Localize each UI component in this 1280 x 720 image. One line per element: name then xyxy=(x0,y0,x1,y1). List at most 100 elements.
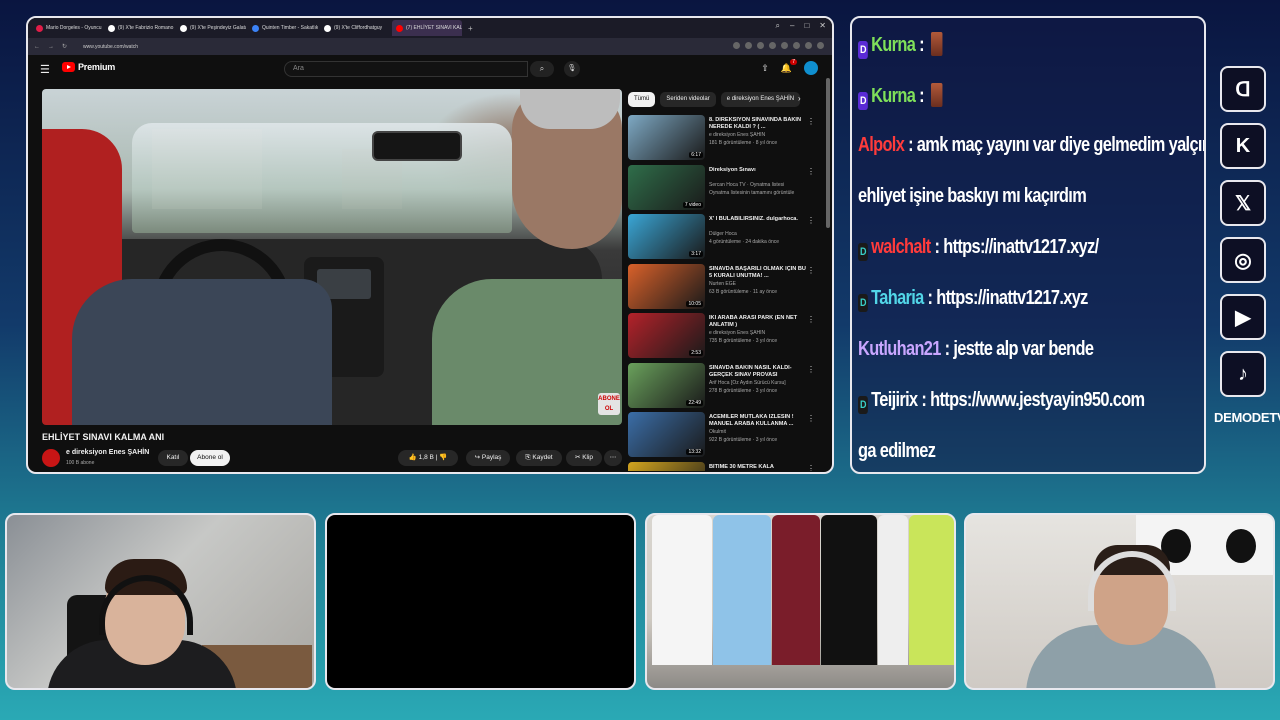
list-item[interactable]: 10:05 SINAVDA BAŞARILI OLMAK İÇİN BU 5 KU… xyxy=(628,263,823,314)
join-button[interactable]: Katıl xyxy=(158,450,188,466)
video-thumbnail[interactable]: 2:53 xyxy=(628,313,705,358)
youtube-logo[interactable]: Premium xyxy=(62,62,115,72)
more-options-icon[interactable]: ⋮ xyxy=(807,315,815,324)
more-options-icon[interactable]: ⋮ xyxy=(807,167,815,176)
extension-icon[interactable] xyxy=(805,42,812,49)
video-thumbnail[interactable]: 3:17 xyxy=(628,214,705,259)
search-icon[interactable]: ⌕ xyxy=(530,61,554,77)
youtube-icon[interactable]: ▶ xyxy=(1220,294,1266,340)
chevron-right-icon[interactable]: › xyxy=(798,94,801,103)
browser-tab[interactable]: (9) X'te Fabrizio Romano xyxy=(104,20,174,36)
chat-username[interactable]: Teijirix xyxy=(871,389,918,411)
more-options-icon[interactable]: ⋮ xyxy=(807,216,815,225)
video-thumbnail[interactable]: 10:05 xyxy=(628,263,705,309)
bell-icon[interactable]: 🔔 7 xyxy=(781,58,797,74)
subscribe-button[interactable]: Abone ol xyxy=(190,450,230,466)
channel-avatar[interactable] xyxy=(42,449,60,467)
profile-icon[interactable] xyxy=(817,42,824,49)
list-item[interactable]: 13:32 ACEMİLER MUTLAKA İZLESİN ! MANUEL A… xyxy=(628,412,823,462)
sidebar-scrollbar[interactable] xyxy=(826,78,830,228)
extension-icon[interactable] xyxy=(781,42,788,49)
search-tabs-icon[interactable]: ⌕ xyxy=(776,21,780,31)
browser-tab[interactable]: (9) X'te Cliffordhatguy xyxy=(320,20,390,36)
minimize-button[interactable]: – xyxy=(790,21,794,31)
x-icon[interactable]: 𝕏 xyxy=(1220,180,1266,226)
new-tab-button[interactable]: + xyxy=(468,24,473,33)
video-thumbnail[interactable]: 22:49 xyxy=(628,362,705,408)
list-item[interactable]: 6:17 8. DİREKSİYON SINAVINDA BAKIN NEREDE… xyxy=(628,115,823,165)
channel-name[interactable]: Okulmit xyxy=(709,429,814,435)
reload-icon[interactable]: ↻ xyxy=(62,43,67,50)
clip-button[interactable]: ✂ Klip xyxy=(566,450,602,466)
extension-icon[interactable] xyxy=(745,42,752,49)
channel-name[interactable]: Sercan Hoca TV · Oynatma listesi xyxy=(709,182,814,188)
channel-name[interactable]: e direksiyon Enes ŞAHİN xyxy=(66,449,149,456)
thumbs-down-icon[interactable]: | 👎 xyxy=(434,454,448,461)
upload-icon[interactable]: ⇧ xyxy=(761,63,769,74)
instagram-icon[interactable]: ◎ xyxy=(1220,237,1266,283)
channel-name[interactable]: e direksiyon Enes ŞAHİN xyxy=(709,132,814,138)
extension-icon[interactable] xyxy=(769,42,776,49)
channel-name[interactable]: Dülger Hoca xyxy=(709,231,814,237)
extension-icon[interactable] xyxy=(733,42,740,49)
chat-username[interactable]: Taharia xyxy=(871,287,924,309)
filter-chip[interactable]: e direksiyon Enes ŞAHİN xyxy=(720,92,801,107)
microphone-icon[interactable]: 🎙 xyxy=(564,61,580,77)
video-title[interactable]: SINAVDA BAŞARILI OLMAK İÇİN BU 5 KURALI … xyxy=(709,266,809,280)
more-options-icon[interactable]: ⋮ xyxy=(807,117,815,126)
maximize-button[interactable]: □ xyxy=(804,21,809,31)
avatar[interactable] xyxy=(804,61,818,75)
filter-chip[interactable]: Seriden videolar xyxy=(660,92,716,107)
filter-chip[interactable]: Tümü xyxy=(628,92,656,107)
url-field[interactable]: www.youtube.com/watch xyxy=(83,44,138,50)
more-options-icon[interactable]: ⋮ xyxy=(807,464,815,472)
list-item[interactable]: 2:53 İKİ ARABA ARASI PARK (EN NET ANLATIM… xyxy=(628,313,823,363)
chat-username[interactable]: Kurna xyxy=(871,34,916,56)
more-options-icon[interactable]: ⋮ xyxy=(807,365,815,374)
kick-icon[interactable]: K xyxy=(1220,123,1266,169)
video-thumbnail[interactable]: 6:17 xyxy=(628,115,705,160)
browser-tab[interactable]: (7) EHLİYET SINAVI KALM xyxy=(392,20,462,36)
subscribe-watermark[interactable]: ABONE OL xyxy=(598,393,620,415)
tiktok-icon[interactable]: ♪ xyxy=(1220,351,1266,397)
more-actions-icon[interactable]: ⋯ xyxy=(604,450,622,466)
browser-tab[interactable]: Mario Dorgeles - Oyuncu xyxy=(32,20,102,36)
more-options-icon[interactable]: ⋮ xyxy=(807,266,815,275)
channel-name[interactable]: e direksiyon Enes ŞAHİN xyxy=(709,330,814,336)
chat-username[interactable]: Kutluhan21 xyxy=(858,338,941,360)
list-item[interactable]: BİTİME 30 METRE KALA ⋮ xyxy=(628,461,823,472)
video-title[interactable]: İKİ ARABA ARASI PARK (EN NET ANLATIM ) xyxy=(709,315,809,329)
video-player[interactable]: ABONE OL xyxy=(42,89,622,425)
video-title[interactable]: ACEMİLER MUTLAKA İZLESİN ! MANUEL ARABA … xyxy=(709,414,809,428)
channel-name[interactable]: Nurten EGE xyxy=(709,281,814,287)
extension-icon[interactable] xyxy=(757,42,764,49)
close-window-button[interactable]: ✕ xyxy=(819,21,826,31)
browser-tab[interactable]: Quinten Timber - Sakatlık xyxy=(248,20,318,36)
search-input[interactable]: Ara xyxy=(284,61,528,77)
browser-tab[interactable]: (9) X'te Peşindeyiz Galata xyxy=(176,20,246,36)
more-options-icon[interactable]: ⋮ xyxy=(807,414,815,423)
share-button[interactable]: ↪ Paylaş xyxy=(466,450,510,466)
like-button[interactable]: 👍 1,8 B | 👎 xyxy=(398,450,458,466)
list-item[interactable]: 7 video Direksiyon Sınavı Sercan Hoca TV ·… xyxy=(628,164,823,215)
kick-d-icon[interactable]: ᗡ xyxy=(1220,66,1266,112)
video-title[interactable]: X' I BULABİLİRSİNİZ. dulgarhoca. xyxy=(709,216,809,223)
video-title[interactable]: 8. DİREKSİYON SINAVINDA BAKIN NEREDE KAL… xyxy=(709,117,809,131)
forward-icon[interactable]: → xyxy=(48,44,54,50)
chat-username[interactable]: Alpolx xyxy=(858,134,905,156)
menu-icon[interactable]: ☰ xyxy=(40,63,50,76)
channel-name[interactable]: Arif Hoca [Öz Aydın Sürücü Kursu] xyxy=(709,380,814,386)
chat-username[interactable]: Kurna xyxy=(871,85,916,107)
video-title[interactable]: BİTİME 30 METRE KALA xyxy=(709,464,809,471)
back-icon[interactable]: ← xyxy=(34,44,40,50)
video-title[interactable]: SINAVDA BAKIN NASIL KALDI- GERÇEK SINAV … xyxy=(709,365,809,379)
video-thumbnail[interactable]: 7 video xyxy=(628,164,705,210)
video-thumbnail[interactable]: 13:32 xyxy=(628,412,705,457)
save-button[interactable]: ⎘ Kaydet xyxy=(516,450,562,466)
list-item[interactable]: 3:17 X' I BULABİLİRSİNİZ. dulgarhoca. Dülg… xyxy=(628,214,823,264)
video-title[interactable]: Direksiyon Sınavı xyxy=(709,167,809,174)
chat-username[interactable]: walchalt xyxy=(871,236,931,258)
video-thumbnail[interactable] xyxy=(628,461,705,471)
extension-icon[interactable] xyxy=(793,42,800,49)
list-item[interactable]: 22:49 SINAVDA BAKIN NASIL KALDI- GERÇEK S… xyxy=(628,362,823,413)
